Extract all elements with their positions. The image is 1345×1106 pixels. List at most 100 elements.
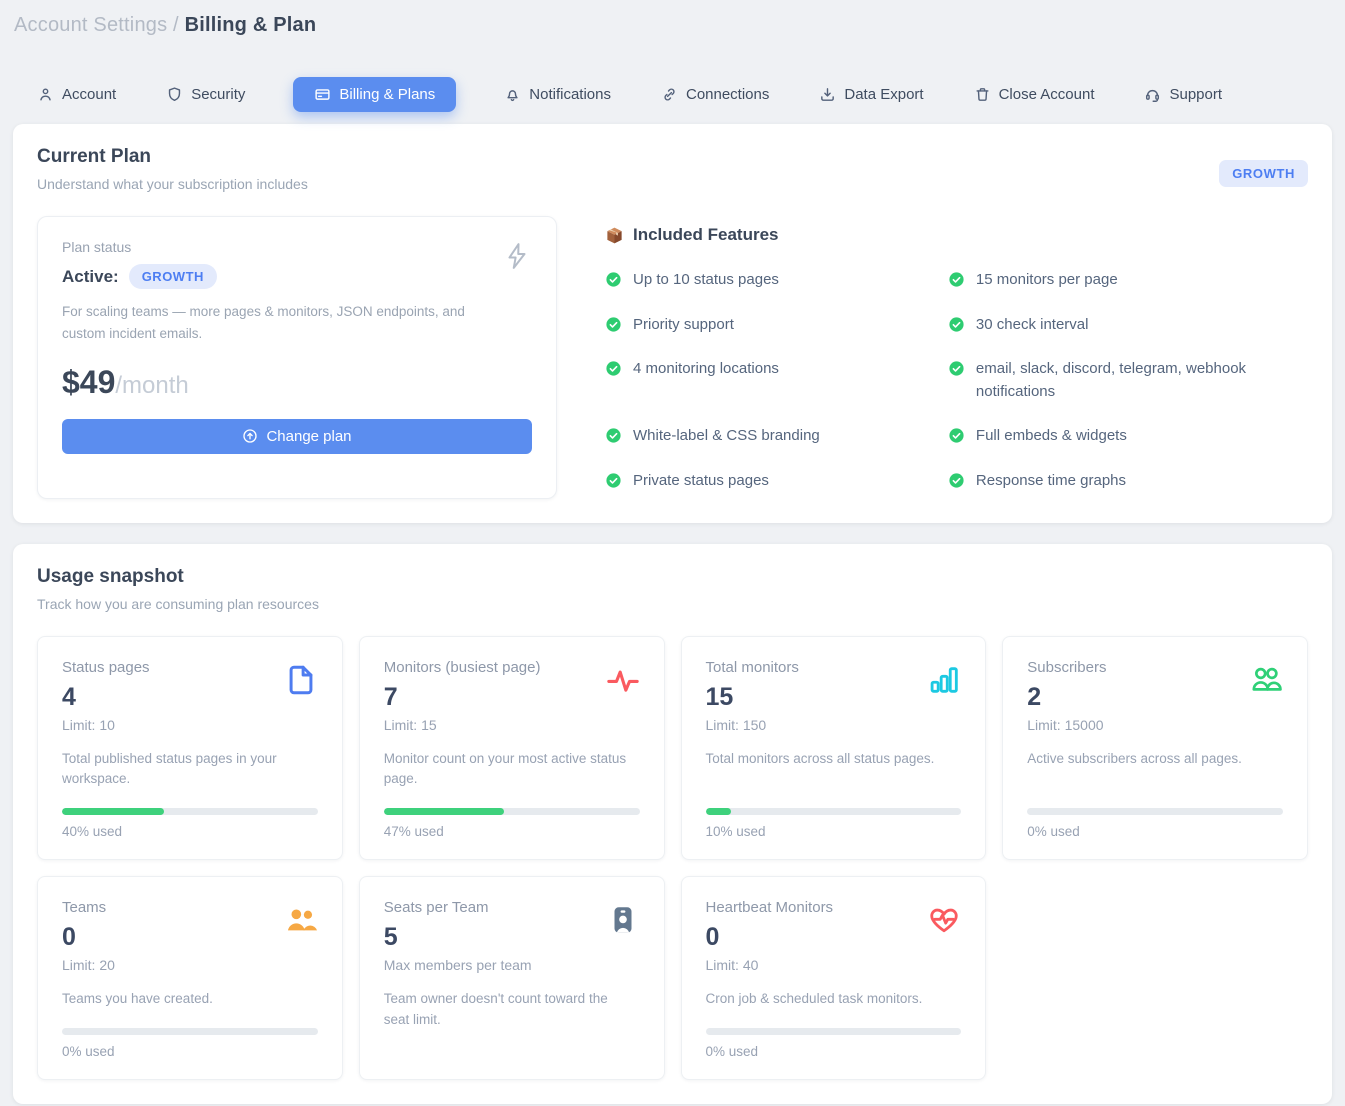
tab-label: Data Export xyxy=(844,86,923,103)
check-circle-icon xyxy=(948,316,965,333)
tab-bar: Account Security Billing & Plans Notific… xyxy=(35,77,1345,112)
usage-card-value: 2 xyxy=(1027,683,1106,712)
usage-card-description: Monitor count on your most active status… xyxy=(384,749,640,791)
usage-card-label: Heartbeat Monitors xyxy=(706,899,834,916)
feature-item: Full embeds & widgets xyxy=(948,425,1308,448)
people-outline-icon xyxy=(1249,663,1283,697)
usage-progress: 0% used xyxy=(62,1010,318,1059)
check-circle-icon xyxy=(605,427,622,444)
lightning-icon xyxy=(502,239,532,273)
package-icon xyxy=(605,226,624,245)
tab-account[interactable]: Account xyxy=(35,78,118,111)
check-circle-icon xyxy=(948,472,965,489)
usage-progress: 47% used xyxy=(384,790,640,839)
usage-card-value: 0 xyxy=(62,923,115,952)
usage-header: Usage snapshot Track how you are consumi… xyxy=(37,566,1308,612)
person-icon xyxy=(37,86,54,103)
tab-support[interactable]: Support xyxy=(1142,78,1224,111)
heart-pulse-icon xyxy=(927,903,961,937)
check-circle-icon xyxy=(948,360,965,377)
people-filled-icon xyxy=(284,903,318,937)
usage-progress: 40% used xyxy=(62,790,318,839)
trash-icon xyxy=(974,86,991,103)
tab-label: Account xyxy=(62,86,116,103)
current-plan-title: Current Plan xyxy=(37,146,308,168)
feature-item: White-label & CSS branding xyxy=(605,425,948,448)
feature-item: 30 check interval xyxy=(948,314,1308,337)
feature-item: 4 monitoring locations xyxy=(605,358,948,403)
usage-card-value: 15 xyxy=(706,683,799,712)
usage-card-teams: Teams 0 Limit: 20 Teams you have created… xyxy=(37,876,343,1080)
tab-connections[interactable]: Connections xyxy=(659,78,771,111)
usage-percent-label: 0% used xyxy=(62,1044,318,1059)
feature-item: 15 monitors per page xyxy=(948,269,1308,292)
feature-label: email, slack, discord, telegram, webhook… xyxy=(976,358,1278,403)
progress-track xyxy=(706,1028,962,1035)
check-circle-icon xyxy=(605,360,622,377)
feature-label: 30 check interval xyxy=(976,314,1089,337)
usage-card-value: 7 xyxy=(384,683,541,712)
usage-card-heartbeat-monitors: Heartbeat Monitors 0 Limit: 40 Cron job … xyxy=(681,876,987,1080)
shield-icon xyxy=(166,86,183,103)
included-features: Included Features Up to 10 status pages … xyxy=(557,216,1308,499)
usage-card-limit: Limit: 40 xyxy=(706,957,834,973)
feature-label: Up to 10 status pages xyxy=(633,269,779,292)
tab-data-export[interactable]: Data Export xyxy=(817,78,925,111)
change-plan-button[interactable]: Change plan xyxy=(62,419,532,454)
usage-card-seats-per-team: Seats per Team 5 Max members per team Te… xyxy=(359,876,665,1080)
usage-percent-label: 40% used xyxy=(62,824,318,839)
progress-track xyxy=(62,808,318,815)
plan-description: For scaling teams — more pages & monitor… xyxy=(62,301,502,346)
feature-label: 15 monitors per page xyxy=(976,269,1118,292)
usage-percent-label: 0% used xyxy=(1027,824,1283,839)
change-plan-label: Change plan xyxy=(266,428,351,445)
progress-track xyxy=(1027,808,1283,815)
plan-price-period: /month xyxy=(115,372,188,400)
progress-fill xyxy=(62,808,164,815)
feature-label: Response time graphs xyxy=(976,470,1126,493)
page-title: Billing & Plan xyxy=(185,14,317,36)
usage-card-limit: Limit: 20 xyxy=(62,957,115,973)
tab-label: Billing & Plans xyxy=(339,86,435,103)
usage-card-description: Team owner doesn't count toward the seat… xyxy=(384,989,640,1031)
usage-card-limit: Limit: 150 xyxy=(706,717,799,733)
check-circle-icon xyxy=(948,271,965,288)
usage-card-limit: Limit: 10 xyxy=(62,717,150,733)
bell-icon xyxy=(504,86,521,103)
tab-security[interactable]: Security xyxy=(164,78,247,111)
document-icon xyxy=(284,663,318,697)
usage-card-status-pages: Status pages 4 Limit: 10 Total published… xyxy=(37,636,343,861)
usage-progress: 10% used xyxy=(706,790,962,839)
usage-snapshot-panel: Usage snapshot Track how you are consumi… xyxy=(13,544,1332,1105)
usage-card-value: 5 xyxy=(384,923,532,952)
plan-status-badge: GROWTH xyxy=(129,264,217,289)
usage-card-label: Seats per Team xyxy=(384,899,532,916)
usage-percent-label: 47% used xyxy=(384,824,640,839)
tab-notifications[interactable]: Notifications xyxy=(502,78,613,111)
usage-card-monitors-busiest-page: Monitors (busiest page) 7 Limit: 15 Moni… xyxy=(359,636,665,861)
breadcrumb-section[interactable]: Account Settings / xyxy=(14,14,179,36)
usage-card-description: Cron job & scheduled task monitors. xyxy=(706,989,962,1010)
feature-item: Priority support xyxy=(605,314,948,337)
usage-card-description: Total monitors across all status pages. xyxy=(706,749,962,770)
current-plan-header: Current Plan Understand what your subscr… xyxy=(37,146,1308,192)
usage-progress: 0% used xyxy=(706,1010,962,1059)
breadcrumb: Account Settings / Billing & Plan xyxy=(0,0,1345,37)
tab-close-account[interactable]: Close Account xyxy=(972,78,1097,111)
current-plan-panel: Current Plan Understand what your subscr… xyxy=(13,124,1332,523)
feature-item: Private status pages xyxy=(605,470,948,493)
feature-label: Full embeds & widgets xyxy=(976,425,1127,448)
feature-grid: Up to 10 status pages 15 monitors per pa… xyxy=(605,269,1308,492)
feature-label: Priority support xyxy=(633,314,734,337)
usage-card-label: Teams xyxy=(62,899,115,916)
feature-label: Private status pages xyxy=(633,470,769,493)
tab-label: Notifications xyxy=(529,86,611,103)
credit-card-icon xyxy=(314,86,331,103)
tab-billing-plans[interactable]: Billing & Plans xyxy=(293,77,456,112)
included-features-title: Included Features xyxy=(633,225,778,245)
usage-card-limit: Max members per team xyxy=(384,957,532,973)
usage-percent-label: 0% used xyxy=(706,1044,962,1059)
pulse-icon xyxy=(606,663,640,697)
usage-card-label: Status pages xyxy=(62,659,150,676)
usage-card-value: 0 xyxy=(706,923,834,952)
